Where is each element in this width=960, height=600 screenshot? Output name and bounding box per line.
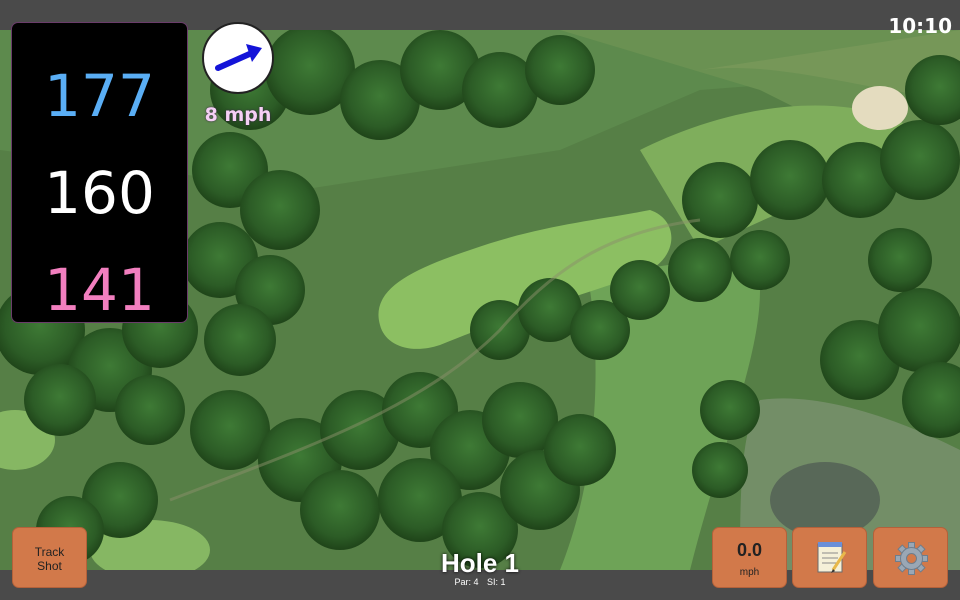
hole-par: Par: 4 — [454, 577, 479, 587]
wind-speed-button[interactable]: 0.0 mph — [712, 527, 787, 588]
hole-title: Hole 1 — [440, 548, 520, 578]
wind-value: 0.0 — [736, 540, 763, 560]
center-yardage: 160 — [44, 159, 155, 227]
yardage-panel: 177 160 141 — [11, 22, 188, 323]
wind-unit: mph — [739, 567, 760, 578]
clock: 10:10 — [888, 14, 952, 38]
back-yardage: 177 — [44, 62, 155, 130]
wind-indicator — [202, 22, 274, 94]
wind-speed: 8 mph — [204, 104, 272, 126]
track-shot-label: Track Shot — [34, 545, 65, 573]
hole-si: SI: 1 — [487, 577, 506, 587]
notes-button[interactable] — [792, 527, 867, 588]
gear-icon — [895, 542, 928, 575]
track-shot-button[interactable]: Track Shot — [12, 527, 87, 588]
hole-info: Par: 4 SI: 1 — [380, 577, 580, 587]
notepad-icon — [817, 542, 847, 573]
settings-button[interactable] — [873, 527, 948, 588]
arrow-right-up-icon — [215, 44, 262, 71]
front-yardage: 141 — [44, 256, 155, 324]
